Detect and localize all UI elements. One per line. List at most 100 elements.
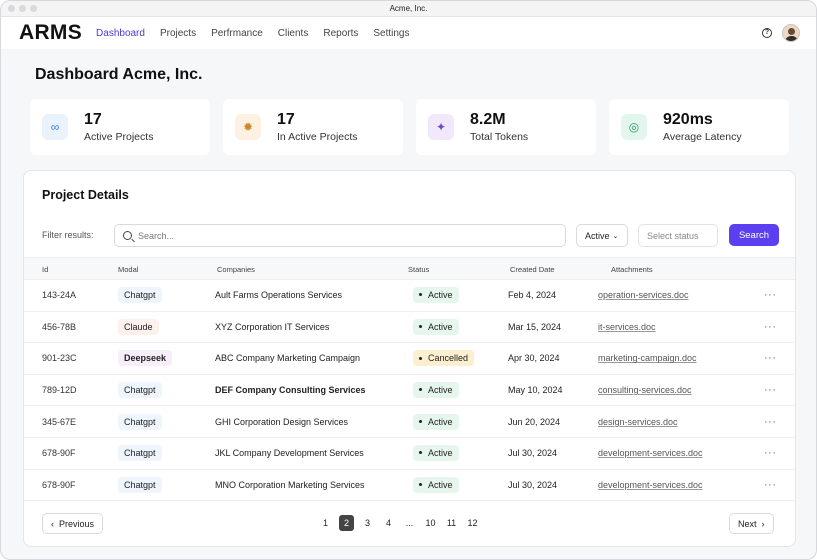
window-title: Acme, Inc. (389, 4, 428, 13)
more-actions-icon[interactable]: ··· (764, 321, 777, 333)
status-dot-icon (419, 419, 422, 423)
page-number-4[interactable]: 4 (378, 515, 399, 531)
stat-card: ◎ 920ms Average Latency (609, 99, 789, 155)
row-company: JKL Company Development Services (215, 448, 364, 459)
status-text: Cancelled (428, 353, 469, 364)
row-company: DEF Company Consulting Services (215, 385, 366, 396)
nav-link-clients[interactable]: Clients (278, 28, 309, 39)
avatar[interactable] (782, 24, 800, 42)
project-details-panel: Project Details Filter results: Active ⌄… (23, 170, 796, 547)
more-actions-icon[interactable]: ··· (764, 384, 777, 396)
status-badge: Active (413, 287, 459, 304)
status-badge: Active (413, 413, 459, 430)
page-numbers: 1 2 3 4... 10 11 12 (315, 515, 483, 531)
projects-table: Id Modal Companies Status Created Date A… (24, 257, 795, 502)
model-badge: Chatgpt (118, 287, 162, 304)
status-dropdown[interactable]: Active ⌄ (576, 224, 628, 247)
row-company: GHI Corporation Design Services (215, 416, 349, 427)
table-row[interactable]: 456-78B Claude XYZ Corporation IT Services… (24, 312, 795, 344)
attachment-link[interactable]: development-services.doc (598, 448, 703, 458)
row-id: 345-67E (42, 416, 77, 427)
row-created-date: Jul 30, 2024 (508, 479, 558, 490)
more-actions-icon[interactable]: ··· (764, 416, 777, 428)
sparkle-icon: ✦ (428, 114, 454, 140)
more-actions-icon[interactable]: ··· (764, 352, 777, 364)
more-actions-icon[interactable]: ··· (764, 289, 777, 301)
page-number-1[interactable]: 1 (315, 515, 336, 531)
select-status-field[interactable]: Select status (638, 224, 718, 247)
help-icon[interactable]: ? (762, 28, 772, 38)
model-badge: Chatgpt (118, 413, 162, 430)
previous-button[interactable]: ‹ Previous (42, 513, 104, 534)
page-title: Dashboard Acme, Inc. (35, 66, 203, 83)
status-text: Active (428, 385, 453, 396)
search-icon (123, 231, 132, 240)
row-company: ABC Company Marketing Campaign (215, 353, 361, 364)
row-id: 789-12D (42, 385, 77, 396)
status-text: Active (428, 416, 453, 427)
model-badge: Claude (118, 318, 159, 335)
page-number-11[interactable]: 11 (441, 515, 462, 531)
table-row[interactable]: 678-90F Chatgpt MNO Corporation Marketing … (24, 470, 795, 502)
col-model: Modal (118, 265, 139, 274)
search-input[interactable] (138, 230, 538, 241)
model-badge: Chatgpt (118, 382, 162, 399)
row-created-date: May 10, 2024 (508, 385, 563, 396)
page-number-10[interactable]: 10 (420, 515, 441, 531)
attachment-link[interactable]: design-services.doc (598, 417, 678, 427)
more-actions-icon[interactable]: ··· (764, 447, 777, 459)
status-dot-icon (419, 325, 422, 329)
row-id: 456-78B (42, 321, 77, 332)
search-box[interactable] (114, 224, 566, 247)
table-row[interactable]: 789-12D Chatgpt DEF Company Consulting Ser… (24, 375, 795, 407)
stat-card: ✹ 17 In Active Projects (223, 99, 403, 155)
row-company: XYZ Corporation IT Services (215, 321, 330, 332)
attachment-link[interactable]: it-services.doc (598, 322, 656, 332)
status-dot-icon (419, 293, 422, 297)
panel-title: Project Details (42, 188, 129, 202)
model-badge: Chatgpt (118, 476, 162, 493)
page-number-3[interactable]: 3 (357, 515, 378, 531)
nav-link-perfrmance[interactable]: Perfrmance (211, 28, 263, 39)
attachment-link[interactable]: consulting-services.doc (598, 385, 692, 395)
table-row[interactable]: 143-24A Chatgpt Ault Farms Operations Serv… (24, 280, 795, 312)
page-number-12[interactable]: 12 (462, 515, 483, 531)
row-id: 678-90F (42, 448, 76, 459)
attachment-link[interactable]: development-services.doc (598, 480, 703, 490)
status-badge: Active (413, 382, 459, 399)
stat-label: In Active Projects (277, 131, 358, 143)
app-logo[interactable]: ARMS (19, 21, 82, 45)
page-number-2[interactable]: 2 (339, 515, 354, 531)
status-dot-icon (419, 356, 422, 360)
search-button[interactable]: Search (729, 224, 779, 246)
more-actions-icon[interactable]: ··· (764, 479, 777, 491)
model-badge: Deepseek (118, 350, 173, 367)
table-row[interactable]: 678-90F Chatgpt JKL Company Development Se… (24, 438, 795, 470)
nav-link-dashboard[interactable]: Dashboard (96, 28, 145, 39)
next-label: Next (738, 518, 757, 529)
nav-link-projects[interactable]: Projects (160, 28, 196, 39)
attachment-link[interactable]: operation-services.doc (598, 290, 689, 300)
previous-label: Previous (59, 518, 95, 529)
stat-card: ✦ 8.2M Total Tokens (416, 99, 596, 155)
window-controls[interactable] (8, 5, 37, 12)
table-row[interactable]: 901-23C Deepseek ABC Company Marketing Cam… (24, 343, 795, 375)
table-row[interactable]: 345-67E Chatgpt GHI Corporation Design Ser… (24, 406, 795, 438)
stat-value: 17 (277, 111, 295, 128)
gauge-icon: ◎ (621, 114, 647, 140)
row-created-date: Jul 30, 2024 (508, 448, 558, 459)
col-companies: Companies (217, 265, 255, 274)
attachment-link[interactable]: marketing-campaign.doc (598, 353, 697, 363)
nav-links: Dashboard Projects Perfrmance Clients Report… (96, 28, 424, 39)
nav-link-settings[interactable]: Settings (373, 28, 409, 39)
select-status-placeholder: Select status (647, 230, 699, 241)
status-dropdown-value: Active (585, 230, 610, 241)
row-id: 901-23C (42, 353, 77, 364)
col-created-date: Created Date (510, 265, 555, 274)
model-badge: Chatgpt (118, 445, 162, 462)
chevron-right-icon: › (761, 518, 765, 529)
nav-link-reports[interactable]: Reports (323, 28, 358, 39)
top-navbar: ARMS Dashboard Projects Perfrmance Clients R… (1, 17, 816, 49)
link-icon: ∞ (42, 114, 68, 140)
next-button[interactable]: Next › (729, 513, 774, 534)
